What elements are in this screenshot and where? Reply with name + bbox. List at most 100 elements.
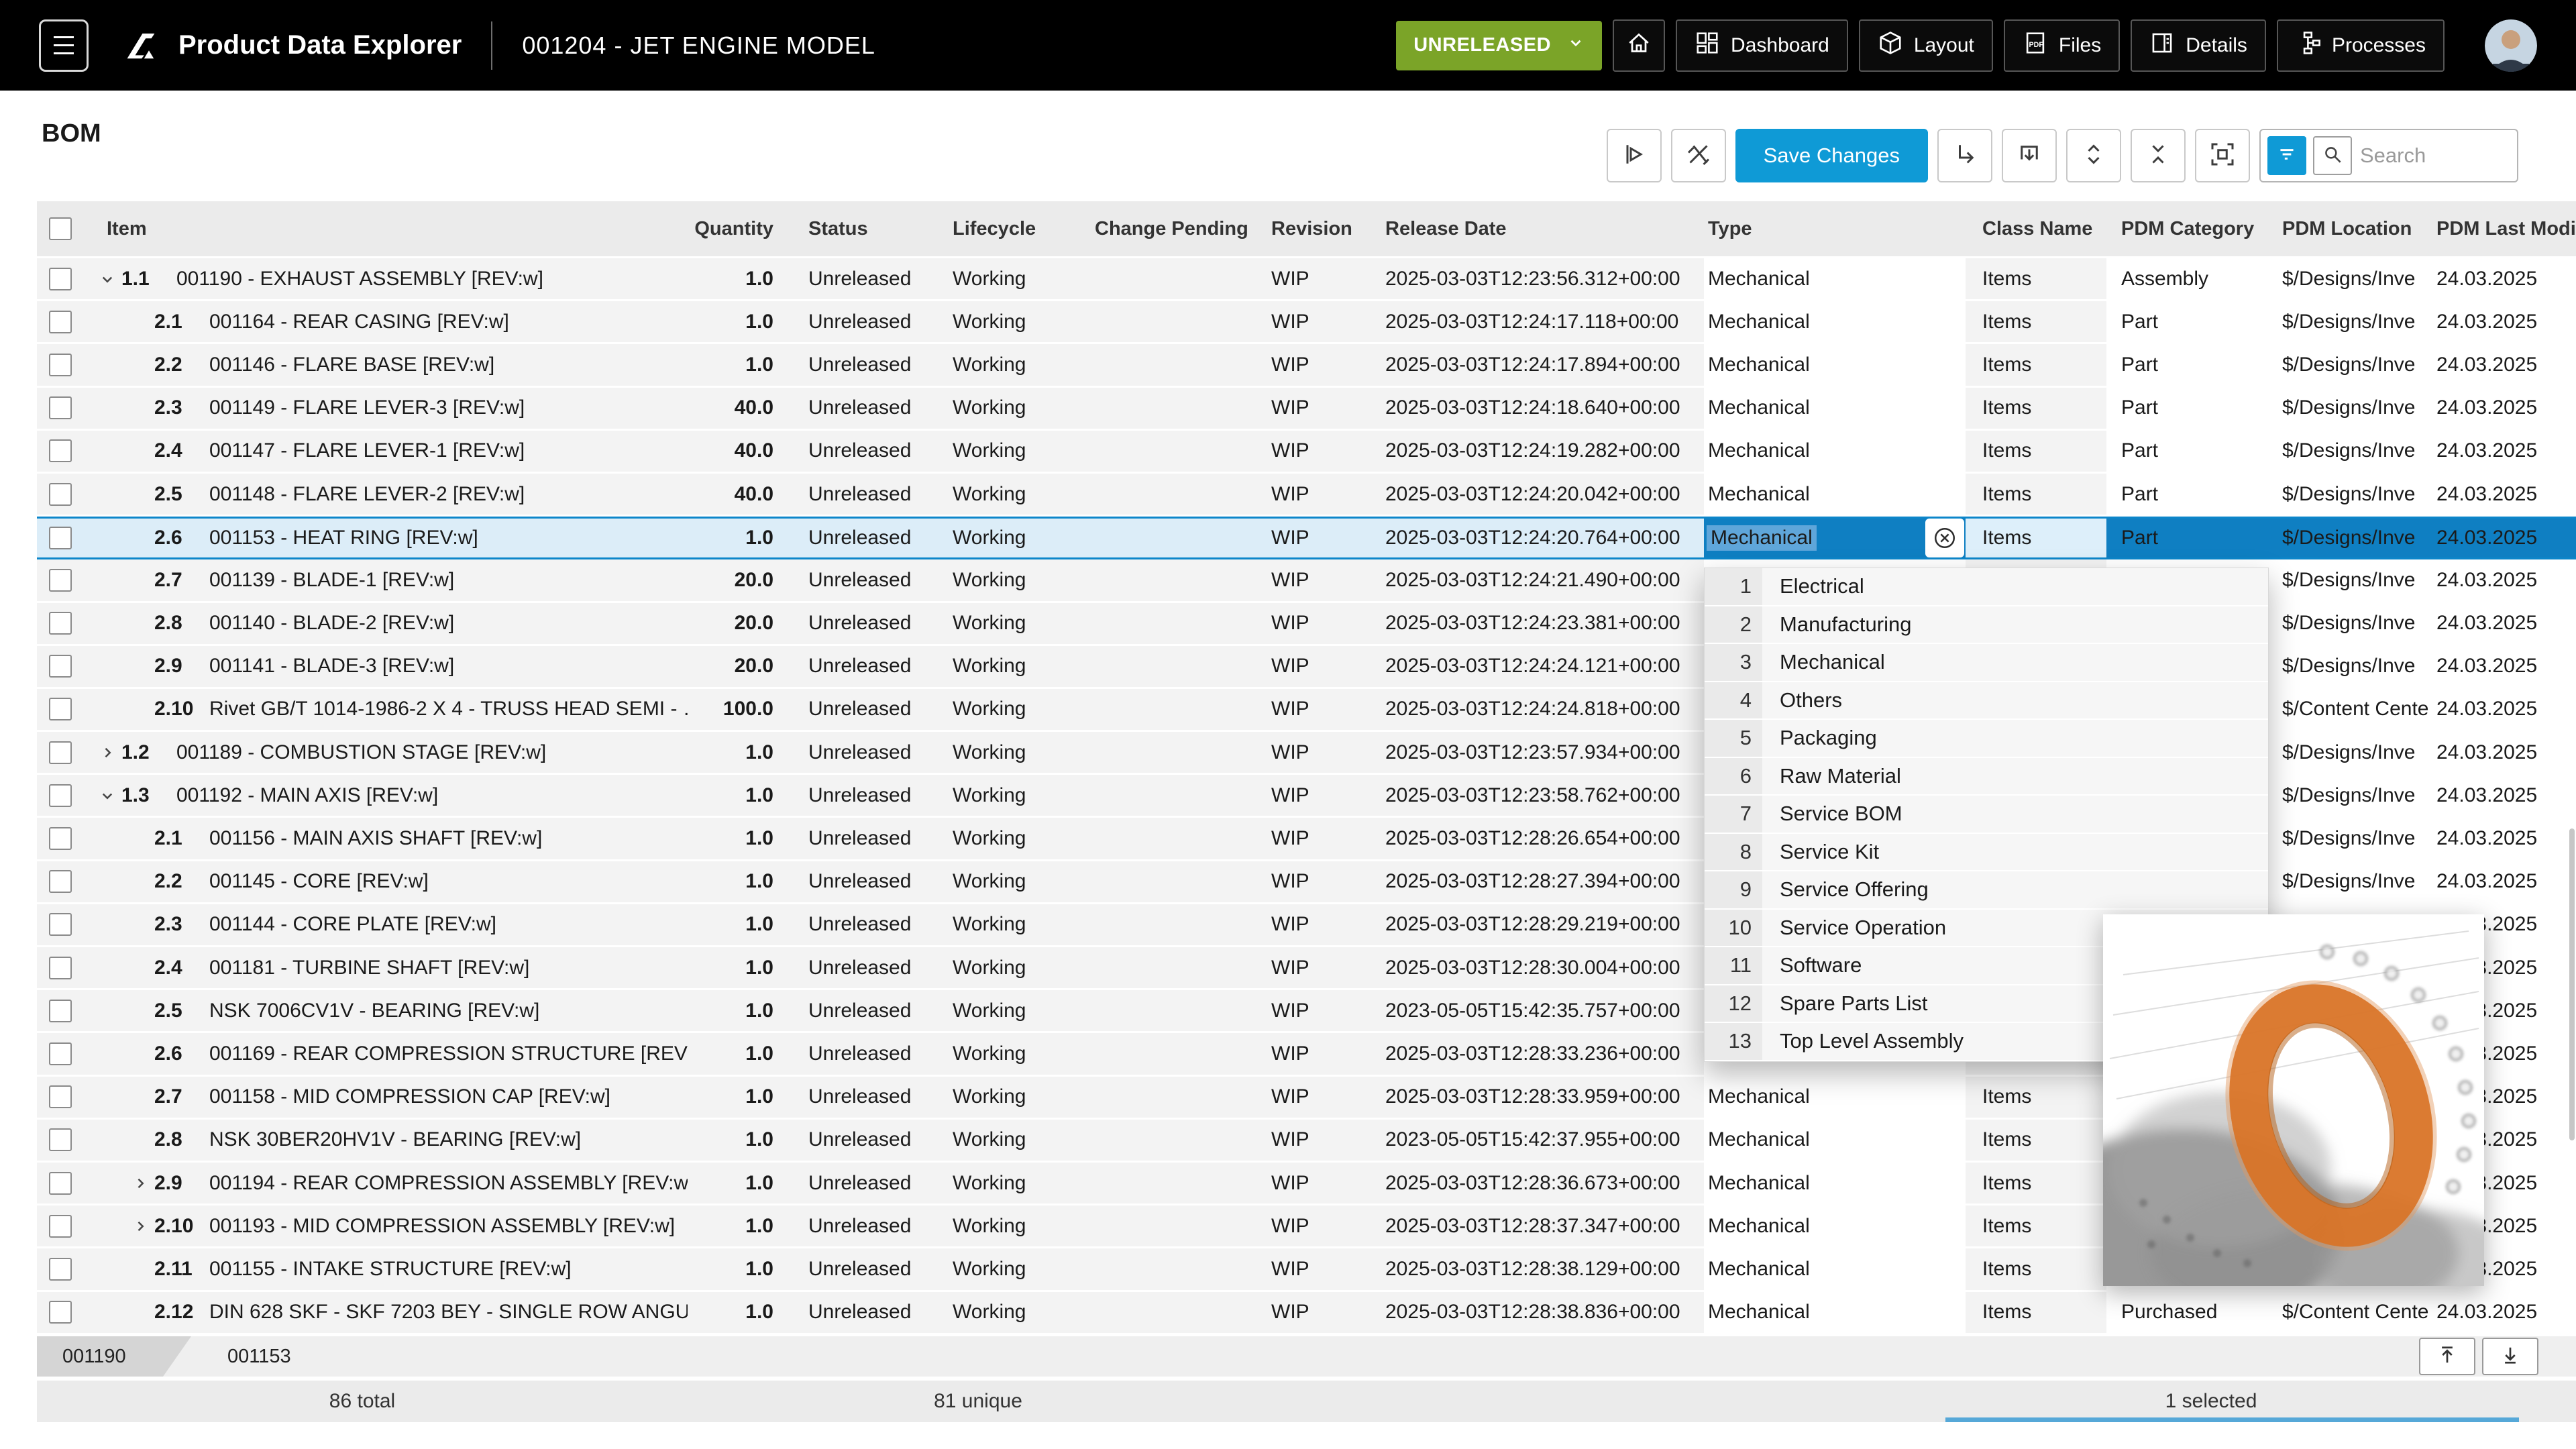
table-row[interactable]: 2.6001153 - HEAT RING [REV:w]1.0Unreleas… <box>37 517 2576 559</box>
type-cell[interactable]: Mechanical <box>1704 1205 1966 1248</box>
release-item-button[interactable] <box>1607 129 1662 182</box>
search-button[interactable] <box>2313 136 2352 175</box>
header-release-date[interactable]: Release Date <box>1379 201 1704 256</box>
search-input[interactable] <box>2359 143 2509 168</box>
collapse-row-chevron[interactable] <box>97 786 121 806</box>
row-checkbox[interactable] <box>49 268 72 290</box>
row-checkbox[interactable] <box>49 957 72 979</box>
tab-001153[interactable]: 001153 <box>203 1336 291 1377</box>
row-checkbox[interactable] <box>49 698 72 720</box>
row-checkbox[interactable] <box>49 569 72 592</box>
row-checkbox[interactable] <box>49 1215 72 1238</box>
details-button[interactable]: Details <box>2131 19 2266 72</box>
header-item[interactable]: Item <box>97 201 688 256</box>
row-checkbox[interactable] <box>49 784 72 807</box>
collapse-row-chevron[interactable] <box>97 269 121 289</box>
type-cell[interactable]: Mechanical <box>1704 301 1966 344</box>
expand-all-button[interactable] <box>2066 129 2121 182</box>
hamburger-menu-button[interactable] <box>39 19 89 72</box>
header-class-name[interactable]: Class Name <box>1966 201 2106 256</box>
where-used-button[interactable] <box>1937 129 1992 182</box>
type-cell[interactable]: Mechanical <box>1704 388 1966 431</box>
select-all-checkbox[interactable] <box>49 217 72 240</box>
dashboard-button[interactable]: Dashboard <box>1676 19 1848 72</box>
type-cell[interactable]: Mechanical <box>1704 344 1966 387</box>
save-changes-button[interactable]: Save Changes <box>1735 129 1928 182</box>
type-cell[interactable]: Mechanical <box>1704 1292 1966 1335</box>
fit-view-button[interactable] <box>2195 129 2250 182</box>
type-cell[interactable]: Mechanical <box>1704 431 1966 474</box>
table-row[interactable]: 1.1001190 - EXHAUST ASSEMBLY [REV:w]1.0U… <box>37 258 2576 301</box>
table-row[interactable]: 2.5001148 - FLARE LEVER-2 [REV:w]40.0Unr… <box>37 474 2576 517</box>
row-checkbox[interactable] <box>49 439 72 462</box>
row-checkbox[interactable] <box>49 1128 72 1151</box>
type-cell[interactable]: Mechanical <box>1704 474 1966 517</box>
header-status[interactable]: Status <box>782 201 943 256</box>
scroll-to-bottom-button[interactable] <box>2482 1338 2538 1375</box>
home-button[interactable] <box>1613 19 1665 72</box>
dropdown-item[interactable]: 3Mechanical <box>1705 644 2268 682</box>
type-cell[interactable]: Mechanical <box>1704 1248 1966 1291</box>
expand-row-chevron[interactable] <box>97 743 121 763</box>
dropdown-item[interactable]: 9Service Offering <box>1705 871 2268 910</box>
scroll-to-top-button[interactable] <box>2419 1338 2475 1375</box>
row-checkbox[interactable] <box>49 1000 72 1022</box>
dropdown-item[interactable]: 2Manufacturing <box>1705 606 2268 645</box>
row-checkbox[interactable] <box>49 1042 72 1065</box>
row-checkbox[interactable] <box>49 1085 72 1108</box>
header-lifecycle[interactable]: Lifecycle <box>943 201 1087 256</box>
table-row[interactable]: 2.2001146 - FLARE BASE [REV:w]1.0Unrelea… <box>37 344 2576 387</box>
table-row[interactable]: 2.12DIN 628 SKF - SKF 7203 BEY - SINGLE … <box>37 1292 2576 1335</box>
processes-button[interactable]: Processes <box>2277 19 2445 72</box>
row-checkbox[interactable] <box>49 1258 72 1281</box>
row-checkbox[interactable] <box>49 527 72 549</box>
layout-button[interactable]: Layout <box>1859 19 1993 72</box>
type-cell[interactable]: Mechanical <box>1704 517 1966 559</box>
expand-row-chevron[interactable] <box>130 1216 154 1236</box>
row-checkbox[interactable] <box>49 827 72 850</box>
vertical-scrollbar[interactable] <box>2569 828 2575 1140</box>
clear-value-button[interactable] <box>1925 519 1964 557</box>
row-checkbox[interactable] <box>49 1172 72 1195</box>
dropdown-item[interactable]: 7Service BOM <box>1705 796 2268 834</box>
type-cell[interactable]: Mechanical <box>1704 258 1966 301</box>
row-checkbox[interactable] <box>49 396 72 419</box>
header-pdm-category[interactable]: PDM Category <box>2106 201 2274 256</box>
row-checkbox[interactable] <box>49 354 72 376</box>
table-row[interactable]: 2.1001164 - REAR CASING [REV:w]1.0Unrele… <box>37 301 2576 344</box>
tab-001190[interactable]: 001190 <box>37 1336 191 1377</box>
header-revision[interactable]: Revision <box>1265 201 1379 256</box>
header-type[interactable]: Type <box>1704 201 1966 256</box>
filter-button[interactable] <box>2267 136 2306 175</box>
row-checkbox[interactable] <box>49 483 72 506</box>
dropdown-item[interactable]: 6Raw Material <box>1705 758 2268 796</box>
collapse-all-button[interactable] <box>2131 129 2186 182</box>
user-avatar[interactable] <box>2485 19 2537 72</box>
row-checkbox[interactable] <box>49 655 72 678</box>
type-cell[interactable]: Mechanical <box>1704 1077 1966 1120</box>
type-cell[interactable]: Mechanical <box>1704 1163 1966 1205</box>
dropdown-item[interactable]: 4Others <box>1705 682 2268 720</box>
table-row[interactable]: 2.4001147 - FLARE LEVER-1 [REV:w]40.0Unr… <box>37 431 2576 474</box>
files-button[interactable]: PDF Files <box>2004 19 2120 72</box>
row-checkbox[interactable] <box>49 612 72 635</box>
table-row[interactable]: 2.3001149 - FLARE LEVER-3 [REV:w]40.0Unr… <box>37 388 2576 431</box>
header-quantity[interactable]: Quantity <box>688 201 782 256</box>
row-checkbox[interactable] <box>49 311 72 333</box>
header-change-pending[interactable]: Change Pending <box>1087 201 1265 256</box>
row-checkbox[interactable] <box>49 741 72 764</box>
dropdown-item[interactable]: 1Electrical <box>1705 568 2268 606</box>
row-checkbox[interactable] <box>49 913 72 936</box>
row-checkbox[interactable] <box>49 870 72 893</box>
import-button[interactable] <box>2002 129 2057 182</box>
row-checkbox[interactable] <box>49 1301 72 1324</box>
header-pdm-location[interactable]: PDM Location <box>2274 201 2428 256</box>
release-status-dropdown[interactable]: UNRELEASED <box>1396 21 1602 70</box>
type-editor-value[interactable]: Mechanical <box>1707 525 1817 551</box>
header-pdm-last[interactable]: PDM Last Modified <box>2428 201 2576 256</box>
unlink-button[interactable] <box>1671 129 1726 182</box>
dropdown-item[interactable]: 8Service Kit <box>1705 834 2268 872</box>
expand-row-chevron[interactable] <box>130 1173 154 1193</box>
type-cell[interactable]: Mechanical <box>1704 1120 1966 1163</box>
dropdown-item[interactable]: 5Packaging <box>1705 720 2268 758</box>
